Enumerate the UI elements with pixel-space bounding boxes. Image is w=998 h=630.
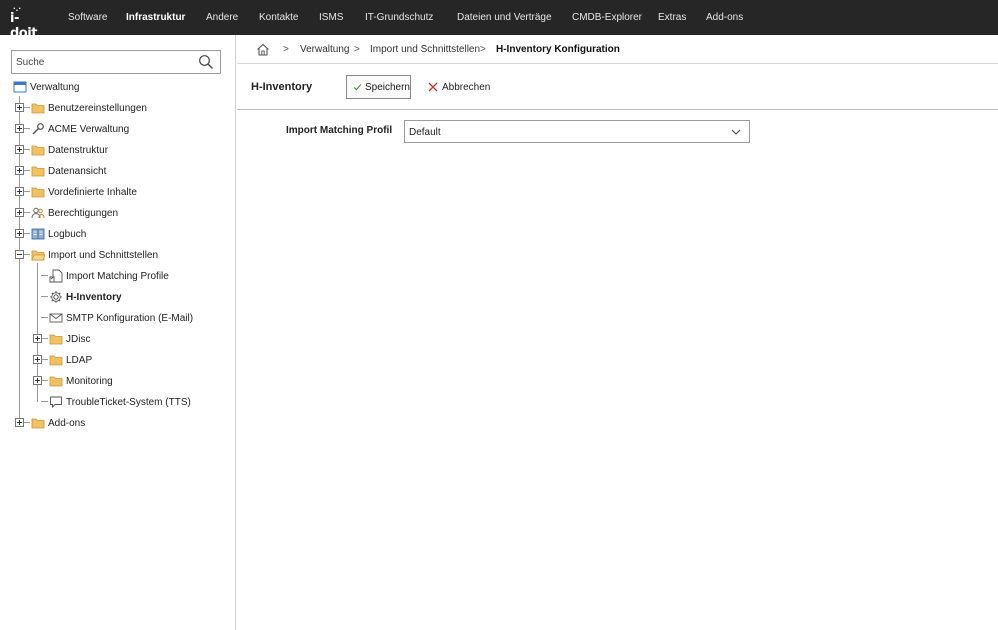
i-doit-logo[interactable]: ·.· i-doit [10, 5, 44, 41]
tree-label: Import und Schnittstellen [48, 249, 159, 261]
breadcrumb-item-import-und-schnittstellen[interactable]: Import und Schnittstellen [370, 44, 480, 55]
tree-label: LDAP [66, 354, 93, 366]
nav-item-isms[interactable]: ISMS [319, 0, 343, 35]
tree-item-benutzereinstellungen[interactable]: Benutzereinstellungen [31, 99, 147, 117]
nav-item-software[interactable]: Software [68, 0, 107, 35]
collapse-toggle[interactable] [15, 250, 24, 259]
tree-item-vordefinierte-inhalte[interactable]: Vordefinierte Inhalte [31, 183, 137, 201]
expand-toggle[interactable] [15, 166, 24, 175]
tree-item-berechtigungen[interactable]: Berechtigungen [31, 204, 118, 222]
folder-icon [49, 334, 63, 345]
folder-open-icon [31, 250, 45, 261]
folder-icon [31, 166, 45, 177]
tree-item-acme-verwaltung[interactable]: ACME Verwaltung [31, 120, 129, 138]
toolbar: H-Inventory Speichern Abbrechen [237, 64, 998, 110]
import-matching-profil-select[interactable]: Default [404, 120, 750, 143]
expand-toggle[interactable] [33, 355, 42, 364]
tree-label: ACME Verwaltung [48, 123, 130, 135]
folder-icon [49, 355, 63, 366]
tree-label: Verwaltung [30, 81, 80, 93]
breadcrumb-separator: > [480, 44, 486, 55]
tree-item-monitoring[interactable]: Monitoring [49, 372, 113, 390]
nav-item-add-ons[interactable]: Add-ons [706, 0, 743, 35]
nav-item-infrastruktur[interactable]: Infrastruktur [126, 0, 185, 35]
cancel-label: Abbrechen [442, 81, 491, 93]
check-icon [353, 84, 362, 91]
tree-item-ldap[interactable]: LDAP [49, 351, 92, 369]
folder-icon [31, 145, 45, 156]
expand-toggle[interactable] [15, 418, 24, 427]
mail-icon [49, 313, 63, 323]
page-title: H-Inventory [251, 81, 313, 93]
tree-label: Logbuch [48, 228, 87, 240]
tree-item-import-matching-profile[interactable]: Import Matching Profile [49, 267, 169, 285]
breadcrumb: > Verwaltung > Import und Schnittstellen… [237, 35, 998, 64]
expand-toggle[interactable] [15, 103, 24, 112]
breadcrumb-item-verwaltung[interactable]: Verwaltung [300, 44, 349, 55]
save-button[interactable]: Speichern [346, 75, 411, 99]
nav-item-kontakte[interactable]: Kontakte [259, 0, 298, 35]
tree-item-import-und-schnittstellen[interactable]: Import und Schnittstellen [31, 246, 158, 264]
tree-label: JDisc [66, 333, 91, 345]
tree-label: Benutzereinstellungen [48, 102, 147, 114]
top-navigation: ·.· i-doit Software Infrastruktur Andere… [0, 0, 998, 41]
document-link-icon [49, 269, 63, 283]
tree-item-jdisc[interactable]: JDisc [49, 330, 90, 348]
tree-label: Datenstruktur [48, 144, 109, 156]
tree-item-datenstruktur[interactable]: Datenstruktur [31, 141, 108, 159]
book-icon [31, 228, 45, 240]
expand-toggle[interactable] [15, 208, 24, 217]
tree-label: Import Matching Profile [66, 270, 169, 282]
expand-toggle[interactable] [15, 229, 24, 238]
folder-icon [31, 103, 45, 114]
tree-label: SMTP Konfiguration (E-Mail) [66, 312, 194, 324]
tree-label: Berechtigungen [48, 207, 119, 219]
sidebar: Verwaltung Benutzereinstellungen ACME Ve… [0, 35, 236, 630]
tree-item-add-ons[interactable]: Add-ons [31, 414, 85, 432]
breadcrumb-separator: > [354, 44, 360, 55]
tree-label: Datenansicht [48, 165, 107, 177]
nav-item-extras[interactable]: Extras [658, 0, 686, 35]
breadcrumb-separator: > [283, 44, 289, 55]
tree-item-logbuch[interactable]: Logbuch [31, 225, 86, 243]
window-icon [13, 81, 27, 93]
chevron-down-icon [731, 129, 741, 135]
nav-item-andere[interactable]: Andere [206, 0, 238, 35]
tree-label: H-Inventory [66, 291, 122, 303]
wrench-icon [32, 123, 44, 135]
nav-item-cmdb-explorer[interactable]: CMDB-Explorer [572, 0, 642, 35]
nav-item-it-grundschutz[interactable]: IT-Grundschutz [365, 0, 433, 35]
users-icon [31, 207, 45, 219]
folder-icon [49, 376, 63, 387]
tree-item-datenansicht[interactable]: Datenansicht [31, 162, 106, 180]
breadcrumb-current: H-Inventory Konfiguration [496, 44, 620, 55]
tree-item-smtp-konfiguration[interactable]: SMTP Konfiguration (E-Mail) [49, 309, 193, 327]
cancel-button[interactable]: Abbrechen [427, 75, 490, 99]
expand-toggle[interactable] [15, 187, 24, 196]
save-label: Speichern [364, 81, 410, 93]
folder-icon [31, 418, 45, 429]
tree-item-verwaltung[interactable]: Verwaltung [13, 78, 79, 96]
expand-toggle[interactable] [15, 124, 24, 133]
nav-item-dateien-und-vertraege[interactable]: Dateien und Verträge [457, 0, 552, 35]
tree-label: TroubleTicket-System (TTS) [66, 396, 191, 408]
expand-toggle[interactable] [15, 145, 24, 154]
select-value: Default [409, 127, 441, 138]
close-icon [428, 82, 438, 92]
import-matching-profil-label: Import Matching Profil [286, 125, 393, 136]
tree-label: Add-ons [48, 417, 86, 429]
gear-icon [50, 291, 62, 303]
expand-toggle[interactable] [33, 334, 42, 343]
folder-icon [31, 187, 45, 198]
admin-tree: Verwaltung Benutzereinstellungen ACME Ve… [0, 35, 236, 630]
tree-label: Vordefinierte Inhalte [48, 186, 137, 198]
tree-item-h-inventory[interactable]: H-Inventory [49, 288, 122, 306]
tree-label: Monitoring [66, 375, 113, 387]
tree-item-troubleticket-system[interactable]: TroubleTicket-System (TTS) [49, 393, 191, 411]
expand-toggle[interactable] [33, 376, 42, 385]
home-icon[interactable] [256, 43, 270, 56]
comment-icon [50, 396, 62, 409]
